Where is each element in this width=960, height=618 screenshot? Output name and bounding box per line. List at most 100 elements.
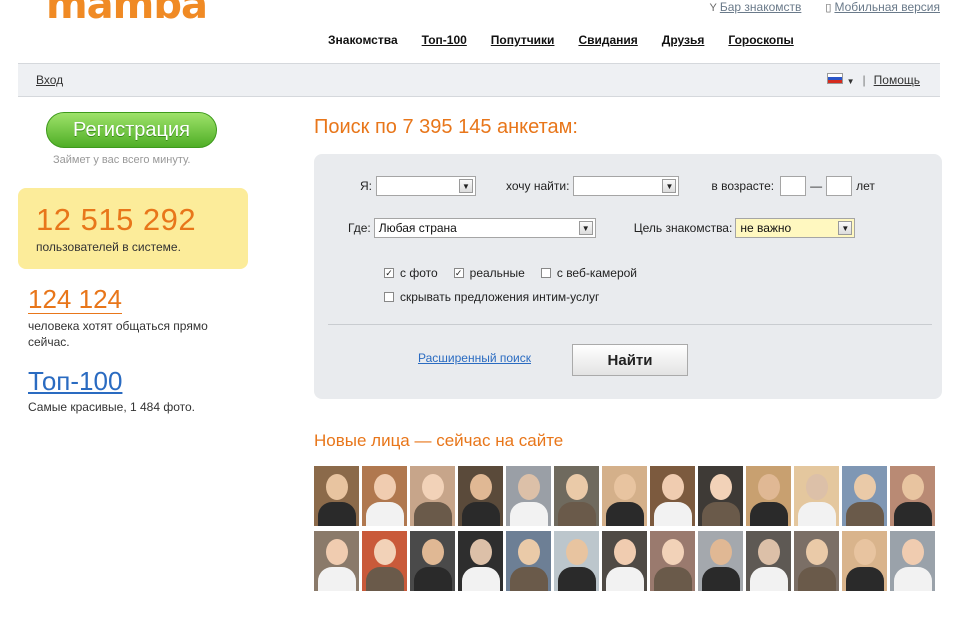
face-silhouette [422, 474, 444, 500]
search-row-4: скрывать предложения интим-услуг [384, 290, 615, 304]
profile-photo-thumbnail[interactable] [554, 466, 599, 526]
bar-link-label[interactable]: Бар знакомств [720, 0, 802, 14]
top100-stat: Топ-100 Самые красивые, 1 484 фото. [28, 366, 195, 414]
face-silhouette [710, 474, 732, 500]
find-select[interactable]: ▼ [573, 176, 680, 196]
hide-intim-label: скрывать предложения интим-услуг [400, 290, 600, 304]
profile-photo-thumbnail[interactable] [890, 531, 935, 591]
where-select[interactable]: Любая страна ▼ [373, 218, 596, 238]
face-silhouette [902, 474, 924, 500]
where-select-value: Любая страна [378, 221, 457, 235]
nav-item-travel[interactable]: Попутчики [491, 33, 555, 47]
profile-photo-thumbnail[interactable] [794, 531, 839, 591]
face-silhouette [374, 474, 396, 500]
profile-photo-thumbnail[interactable] [602, 531, 647, 591]
profile-photo-thumbnail[interactable] [410, 466, 455, 526]
chevron-down-icon: ▼ [459, 179, 473, 193]
profile-photo-thumbnail[interactable] [794, 466, 839, 526]
russia-flag-icon [827, 73, 844, 84]
profile-photo-thumbnail[interactable] [314, 531, 359, 591]
nav-item-dating[interactable]: Знакомства [328, 33, 398, 47]
main-nav: Знакомства Топ-100 Попутчики Свидания Др… [328, 33, 818, 47]
profile-photo-thumbnail[interactable] [650, 466, 695, 526]
goal-select-value: не важно [740, 221, 792, 235]
i-select[interactable]: ▼ [376, 176, 476, 196]
new-faces-grid [314, 466, 940, 591]
face-silhouette [614, 539, 636, 565]
login-link[interactable]: Вход [36, 73, 63, 87]
profile-photo-thumbnail[interactable] [506, 531, 551, 591]
body-silhouette [318, 502, 356, 526]
mobile-link-label[interactable]: Мобильная версия [834, 0, 940, 14]
goal-select[interactable]: не важно ▼ [735, 218, 856, 238]
i-label: Я: [360, 179, 372, 193]
checkbox-box [540, 268, 551, 278]
body-silhouette [606, 567, 644, 591]
body-silhouette [654, 502, 692, 526]
face-silhouette [470, 539, 492, 565]
goal-label: Цель знакомства: [633, 221, 733, 235]
search-row-1: Я: ▼ хочу найти: ▼ в возрасте: — лет [360, 176, 875, 196]
body-silhouette [510, 502, 548, 526]
face-silhouette [470, 474, 492, 500]
checkmark-icon: ✓ [453, 268, 464, 278]
nav-item-horoscopes[interactable]: Гороскопы [728, 33, 793, 47]
hide-intim-checkbox[interactable]: скрывать предложения интим-услуг [384, 290, 599, 304]
face-silhouette [758, 539, 780, 565]
profile-photo-thumbnail[interactable] [698, 466, 743, 526]
nav-item-top100[interactable]: Топ-100 [422, 33, 467, 47]
mobile-link[interactable]: ▯ Мобильная версия [825, 0, 940, 14]
profile-photo-thumbnail[interactable] [458, 466, 503, 526]
profile-photo-thumbnail[interactable] [842, 466, 887, 526]
online-label: человека хотят общаться прямо сейчас. [28, 319, 208, 349]
body-silhouette [414, 567, 452, 591]
advanced-search-link[interactable]: Расширенный поиск [418, 351, 531, 365]
face-silhouette [662, 474, 684, 500]
face-silhouette [854, 539, 876, 565]
body-silhouette [462, 502, 500, 526]
face-silhouette [806, 539, 828, 565]
profile-photo-thumbnail[interactable] [314, 466, 359, 526]
age-to-input[interactable] [826, 176, 853, 196]
register-button[interactable]: Регистрация [46, 112, 217, 148]
top100-link[interactable]: Топ-100 [28, 366, 122, 396]
profile-photo-thumbnail[interactable] [506, 466, 551, 526]
body-silhouette [798, 502, 836, 526]
face-silhouette [518, 474, 540, 500]
find-button[interactable]: Найти [572, 344, 688, 376]
search-row-3: ✓ с фото ✓ реальные с веб-камерой [384, 266, 653, 280]
language-selector[interactable]: ▼ [827, 73, 855, 87]
site-logo[interactable]: mamba [46, 0, 208, 28]
profile-photo-thumbnail[interactable] [554, 531, 599, 591]
webcam-checkbox[interactable]: с веб-камерой [540, 266, 637, 280]
real-checkbox[interactable]: ✓ реальные [453, 266, 525, 280]
face-silhouette [566, 539, 588, 565]
help-link[interactable]: Помощь [874, 73, 920, 87]
body-silhouette [414, 502, 452, 526]
profile-photo-thumbnail[interactable] [602, 466, 647, 526]
bar-link[interactable]: Y Бар знакомств [709, 0, 801, 14]
users-count-box: 12 515 292 пользователей в системе. [18, 188, 248, 269]
find-label: хочу найти: [506, 179, 570, 193]
search-form: Я: ▼ хочу найти: ▼ в возрасте: — лет Где… [314, 154, 942, 399]
body-silhouette [606, 502, 644, 526]
divider: | [862, 73, 866, 87]
bar-right: ▼ | Помощь [827, 73, 920, 87]
profile-photo-thumbnail[interactable] [650, 531, 695, 591]
phone-icon: ▯ [825, 2, 832, 14]
nav-item-friends[interactable]: Друзья [662, 33, 705, 47]
age-from-input[interactable] [780, 176, 807, 196]
profile-photo-thumbnail[interactable] [842, 531, 887, 591]
profile-photo-thumbnail[interactable] [746, 466, 791, 526]
with-photo-checkbox[interactable]: ✓ с фото [384, 266, 438, 280]
profile-photo-thumbnail[interactable] [890, 466, 935, 526]
nav-item-dates[interactable]: Свидания [578, 33, 637, 47]
online-count[interactable]: 124 124 [28, 285, 122, 314]
body-silhouette [318, 567, 356, 591]
profile-photo-thumbnail[interactable] [746, 531, 791, 591]
profile-photo-thumbnail[interactable] [410, 531, 455, 591]
profile-photo-thumbnail[interactable] [362, 531, 407, 591]
profile-photo-thumbnail[interactable] [458, 531, 503, 591]
profile-photo-thumbnail[interactable] [362, 466, 407, 526]
profile-photo-thumbnail[interactable] [698, 531, 743, 591]
